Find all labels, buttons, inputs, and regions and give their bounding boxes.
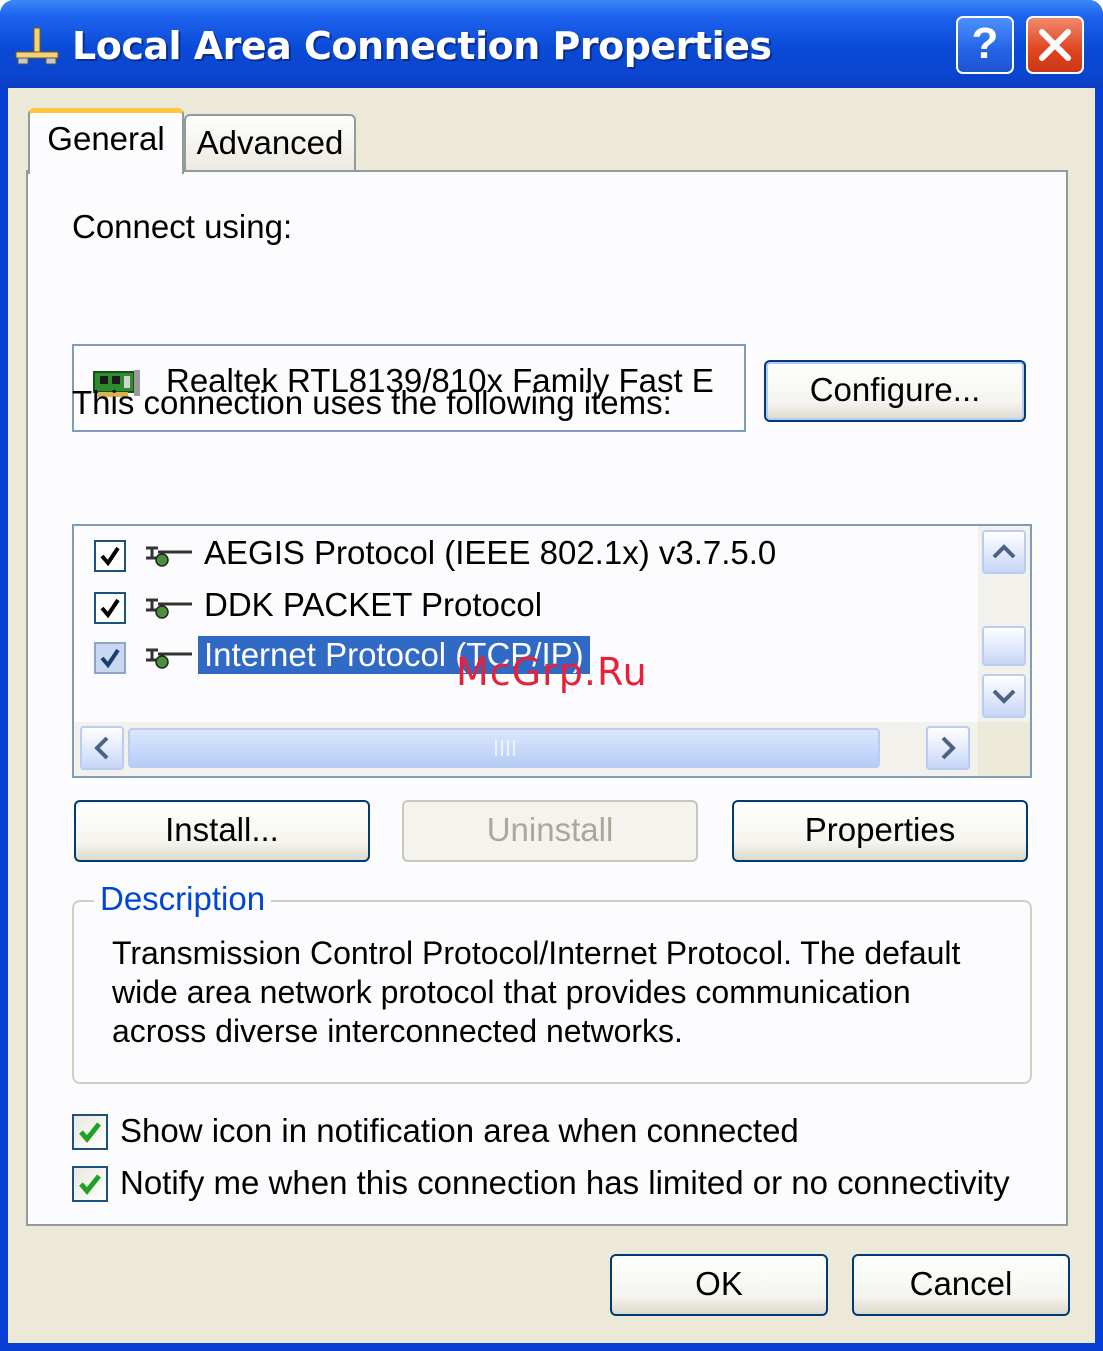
check-icon	[100, 598, 120, 619]
show-icon-checkbox[interactable]	[72, 1114, 108, 1150]
description-group: Description Transmission Control Protoco…	[72, 880, 1032, 1084]
item-label: DDK PACKET Protocol	[204, 586, 543, 623]
item-label: AEGIS Protocol (IEEE 802.1x) v3.7.5.0	[204, 534, 777, 571]
title-bar[interactable]: Local Area Connection Properties ?	[0, 0, 1103, 88]
item-checkbox[interactable]	[94, 592, 126, 624]
cancel-button[interactable]: Cancel	[852, 1254, 1070, 1316]
item-checkbox[interactable]	[94, 540, 126, 572]
description-text: Transmission Control Protocol/Internet P…	[112, 934, 1012, 1051]
scroll-left-button[interactable]	[80, 726, 124, 770]
scroll-right-button[interactable]	[926, 726, 970, 770]
description-line: Transmission Control Protocol/Internet P…	[112, 935, 961, 971]
help-button[interactable]: ?	[956, 16, 1014, 74]
protocol-icon	[146, 598, 192, 619]
scroll-down-button[interactable]	[982, 674, 1026, 718]
window-title: Local Area Connection Properties	[72, 24, 772, 68]
tab-general[interactable]: General	[28, 108, 184, 174]
install-button[interactable]: Install...	[74, 800, 370, 862]
check-icon	[100, 648, 120, 669]
items-label: This connection uses the following items…	[72, 384, 672, 421]
close-icon	[1039, 29, 1071, 61]
protocol-icon	[146, 546, 192, 567]
vertical-scrollbar[interactable]	[978, 526, 1030, 722]
ok-button[interactable]: OK	[610, 1254, 828, 1316]
item-checkbox[interactable]	[94, 642, 126, 674]
vertical-scroll-thumb[interactable]	[982, 626, 1026, 666]
show-icon-label[interactable]: Show icon in notification area when conn…	[120, 1112, 799, 1150]
list-item[interactable]: DDK PACKET Protocol	[74, 582, 974, 630]
close-button[interactable]	[1026, 16, 1084, 74]
check-icon	[79, 1122, 101, 1143]
scroll-up-button[interactable]	[982, 530, 1026, 574]
watermark: McGrp.Ru	[456, 650, 648, 694]
list-item[interactable]: AEGIS Protocol (IEEE 802.1x) v3.7.5.0	[74, 530, 974, 578]
description-line: wide area network protocol that provides…	[112, 974, 911, 1010]
properties-button[interactable]: Properties	[732, 800, 1028, 862]
uninstall-button[interactable]: Uninstall	[402, 800, 698, 862]
chevron-left-icon	[94, 736, 109, 760]
check-icon	[100, 546, 120, 567]
horizontal-scrollbar[interactable]	[74, 722, 1030, 776]
chevron-down-icon	[992, 689, 1016, 704]
connect-using-label: Connect using:	[72, 208, 293, 245]
check-icon	[79, 1174, 101, 1195]
scrollbar-corner	[978, 722, 1030, 776]
description-line: across diverse interconnected networks.	[112, 1013, 683, 1049]
horizontal-scroll-thumb[interactable]	[128, 728, 880, 768]
protocol-icon	[146, 648, 192, 669]
network-connection-icon	[15, 27, 59, 65]
tab-advanced[interactable]: Advanced	[184, 114, 356, 170]
chevron-right-icon	[941, 736, 956, 760]
notify-label[interactable]: Notify me when this connection has limit…	[120, 1164, 1010, 1202]
configure-button[interactable]: Configure...	[764, 360, 1026, 422]
dialog-body: General Advanced Connect using: Realtek …	[8, 88, 1095, 1343]
tab-panel-general: Connect using: Realtek RTL8139/810x Fami…	[26, 170, 1068, 1226]
notify-checkbox[interactable]	[72, 1166, 108, 1202]
description-title: Description	[94, 880, 272, 918]
grip-icon	[495, 740, 515, 756]
chevron-up-icon	[992, 544, 1016, 559]
